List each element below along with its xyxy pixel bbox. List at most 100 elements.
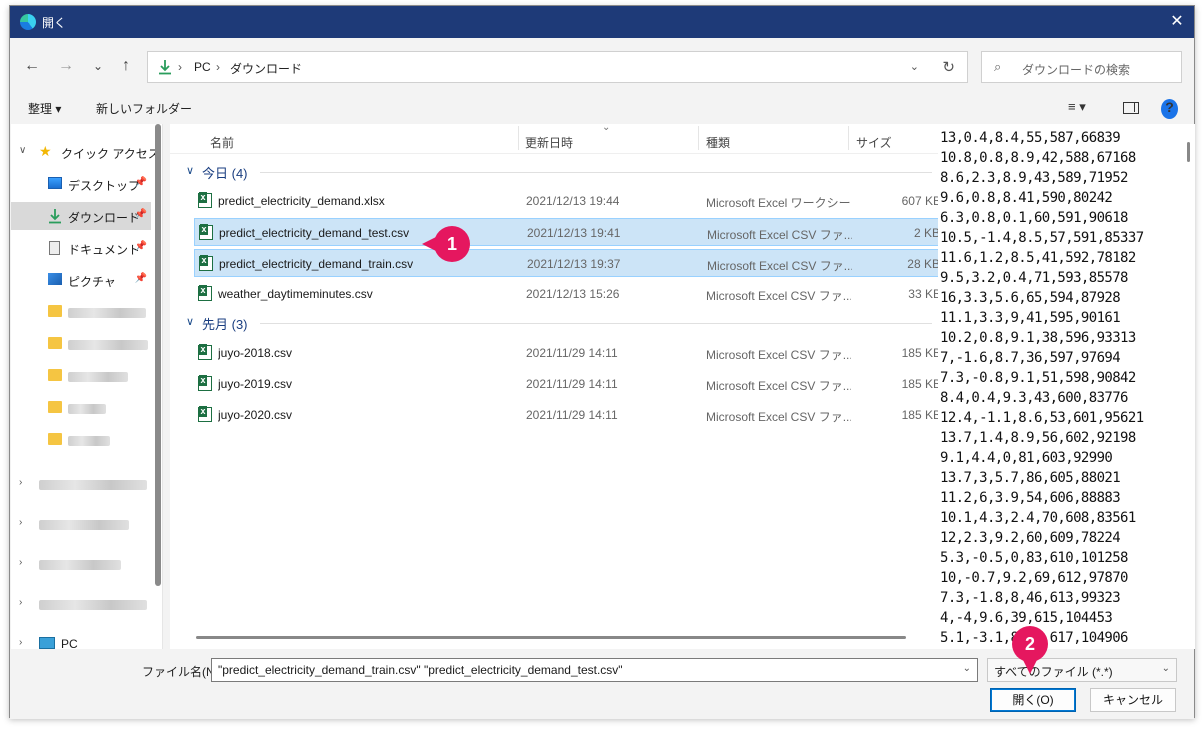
preview-line: 5.3,-0.5,0,83,610,101258	[940, 550, 1128, 566]
preview-line: 10.8,0.8,8.9,42,588,67168	[940, 150, 1136, 166]
preview-scrollbar[interactable]	[1187, 142, 1190, 162]
group-header-today[interactable]: ∨ 今日 (4)	[180, 161, 940, 183]
address-history-chevron-icon[interactable]: ⌄	[910, 60, 919, 73]
preview-line: 11.1,3.3,9,41,595,90161	[940, 310, 1121, 326]
sidebar-item-folder[interactable]	[11, 362, 151, 390]
pin-icon[interactable]: 📌	[135, 241, 147, 252]
file-size: 28 KB	[907, 257, 940, 271]
preview-line: 10.1,4.3,2.4,70,608,83561	[940, 510, 1136, 526]
pin-icon[interactable]: 📌	[135, 177, 147, 188]
file-row[interactable]: weather_daytimeminutes.csv 2021/12/13 15…	[194, 280, 941, 308]
search-box[interactable]: ⌕ ダウンロードの検索	[981, 51, 1182, 83]
sidebar-scrollbar[interactable]	[155, 124, 161, 586]
redacted-label	[68, 404, 106, 414]
sidebar-item-downloads[interactable]: ダウンロード 📌	[11, 202, 151, 230]
sidebar-item-documents[interactable]: ドキュメント 📌	[11, 234, 151, 262]
column-divider[interactable]	[518, 126, 519, 150]
sidebar-item-label: ダウンロード	[68, 211, 141, 225]
open-button[interactable]: 開く(O)	[990, 688, 1076, 712]
help-icon[interactable]: ?	[1161, 99, 1178, 119]
view-options-icon[interactable]: ≡ ▾	[1068, 99, 1086, 119]
redacted-label	[39, 520, 129, 530]
file-date: 2021/12/13 15:26	[526, 287, 620, 301]
column-header-date[interactable]: 更新日時	[525, 134, 573, 151]
file-type-filter[interactable]: すべてのファイル (*.*) ⌄	[987, 658, 1177, 682]
file-date: 2021/12/13 19:41	[527, 226, 621, 240]
pin-icon[interactable]: 📌	[135, 273, 147, 284]
breadcrumb-downloads[interactable]: ダウンロード	[230, 60, 302, 77]
sidebar-item-collapsed[interactable]: ›	[11, 470, 151, 498]
sidebar-item-folder[interactable]	[11, 394, 151, 422]
sidebar-item-folder[interactable]	[11, 298, 151, 326]
column-header-type[interactable]: 種類	[706, 134, 730, 151]
preview-line: 4,-4,9.6,39,615,104453	[940, 610, 1113, 626]
file-size: 185 KB	[901, 377, 941, 391]
sidebar-item-label: ドキュメント	[68, 243, 141, 257]
filename-label: ファイル名(N):	[142, 665, 222, 679]
file-row[interactable]: predict_electricity_demand.xlsx 2021/12/…	[194, 187, 941, 215]
file-row[interactable]: juyo-2020.csv 2021/11/29 14:11 Microsoft…	[194, 401, 941, 429]
chevron-down-icon: ∨	[186, 316, 195, 328]
folder-icon	[48, 337, 62, 349]
csv-file-icon	[198, 344, 212, 360]
sidebar-item-pictures[interactable]: ピクチャ 📌	[11, 266, 151, 294]
redacted-label	[39, 600, 147, 610]
preview-line: 11.6,1.2,8.5,41,592,78182	[940, 250, 1136, 266]
preview-line: 13.7,3,5.7,86,605,88021	[940, 470, 1121, 486]
file-size: 2 KB	[913, 226, 940, 240]
step-marker-1: 1	[422, 226, 470, 262]
column-divider[interactable]	[698, 126, 699, 150]
group-header-last-month[interactable]: ∨ 先月 (3)	[180, 312, 940, 334]
preview-line: 7.3,-1.8,8,46,613,99323	[940, 590, 1121, 606]
navigation-row: ← → ⌄ ↑ › PC › ダウンロード ⌄ ↻ ⌕ ダウンロードの検索	[10, 38, 1194, 94]
column-divider[interactable]	[848, 126, 849, 150]
new-folder-button[interactable]: 新しいフォルダー	[96, 100, 192, 117]
recent-locations-chevron-icon[interactable]: ⌄	[88, 56, 108, 76]
redacted-label	[68, 372, 128, 382]
column-headers: 名前 更新日時 ⌄ 種類 サイズ	[170, 122, 941, 154]
sidebar-item-label: PC	[61, 637, 78, 649]
edge-browser-icon	[20, 14, 36, 30]
download-icon	[49, 209, 61, 224]
file-row-selected[interactable]: predict_electricity_demand_test.csv 2021…	[194, 218, 941, 246]
filename-input[interactable]: "predict_electricity_demand_train.csv" "…	[211, 658, 978, 682]
cancel-button[interactable]: キャンセル	[1090, 688, 1176, 712]
preview-pane-icon[interactable]	[1123, 102, 1139, 114]
pin-icon[interactable]: 📌	[135, 209, 147, 220]
sidebar-item-quick-access[interactable]: ∨ ★ クイック アクセス	[11, 138, 160, 166]
csv-file-icon	[198, 406, 212, 422]
sidebar-item-desktop[interactable]: デスクトップ 📌	[11, 170, 151, 198]
close-icon[interactable]: ✕	[1166, 11, 1188, 33]
sidebar-item-collapsed[interactable]: ›	[11, 590, 151, 618]
chevron-down-icon[interactable]: ⌄	[963, 663, 971, 674]
folder-icon	[48, 433, 62, 445]
forward-arrow-icon[interactable]: →	[56, 56, 76, 76]
preview-line: 8.6,2.3,8.9,43,589,71952	[940, 170, 1128, 186]
file-row[interactable]: juyo-2019.csv 2021/11/29 14:11 Microsoft…	[194, 370, 941, 398]
refresh-icon[interactable]: ↻	[942, 58, 955, 76]
organize-button[interactable]: 整理 ▾	[28, 100, 61, 117]
file-row[interactable]: juyo-2018.csv 2021/11/29 14:11 Microsoft…	[194, 339, 941, 367]
up-arrow-icon[interactable]: ↑	[116, 56, 136, 76]
sidebar-item-label: デスクトップ	[68, 179, 141, 193]
preview-pane: 13,0.4,8.4,55,587,66839 10.8,0.8,8.9,42,5…	[938, 124, 1195, 649]
group-label: 今日 (4)	[202, 166, 248, 181]
sidebar-item-collapsed[interactable]: ›	[11, 550, 151, 578]
back-arrow-icon[interactable]: ←	[22, 56, 42, 76]
sidebar-item-folder[interactable]	[11, 426, 151, 454]
sidebar-item-folder[interactable]	[11, 330, 151, 358]
file-name: predict_electricity_demand_test.csv	[219, 226, 410, 240]
horizontal-scrollbar[interactable]	[196, 636, 906, 639]
sidebar-item-pc[interactable]: › PC	[11, 630, 151, 649]
sidebar-item-collapsed[interactable]: ›	[11, 510, 151, 538]
column-header-name[interactable]: 名前	[210, 134, 234, 151]
column-header-size[interactable]: サイズ	[856, 134, 892, 151]
chevron-down-icon[interactable]: ⌄	[1162, 663, 1170, 674]
preview-line: 13.7,1.4,8.9,56,602,92198	[940, 430, 1136, 446]
file-size: 607 KB	[901, 194, 941, 208]
address-bar[interactable]: › PC › ダウンロード ⌄ ↻	[147, 51, 968, 83]
file-row-selected[interactable]: predict_electricity_demand_train.csv 202…	[194, 249, 941, 277]
group-divider	[260, 172, 932, 173]
chevron-down-icon: ∨	[186, 165, 195, 177]
breadcrumb-pc[interactable]: PC	[194, 60, 211, 74]
